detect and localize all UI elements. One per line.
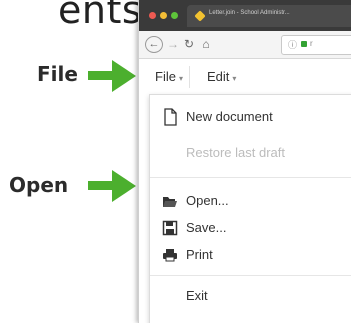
favicon-icon: [194, 10, 206, 22]
menu-file[interactable]: File ▾: [149, 66, 190, 88]
menu-item-open[interactable]: Open...: [150, 189, 351, 213]
chevron-down-icon: ▾: [178, 74, 183, 83]
tab-title: Letter.join - School Administr...: [209, 10, 290, 16]
back-arrow-icon[interactable]: ←: [145, 36, 163, 53]
reload-icon[interactable]: ↻: [183, 36, 195, 52]
floppy-disk-icon: [162, 220, 178, 236]
menu-item-label: Print: [186, 247, 213, 262]
url-text: r: [310, 39, 313, 48]
menu-item-label: Exit: [186, 288, 208, 303]
menu-item-label: Save...: [186, 220, 227, 235]
lock-icon: [301, 41, 307, 47]
callout-file-arrow: [88, 60, 136, 92]
printer-icon: [163, 249, 177, 262]
menu-item-exit[interactable]: Exit: [150, 284, 351, 308]
close-window-button[interactable]: [149, 12, 156, 19]
open-folder-icon: [163, 197, 177, 207]
callout-file-label: File: [37, 62, 78, 86]
callout-open-arrow: [88, 170, 136, 202]
chevron-down-icon: ▾: [232, 74, 237, 83]
browser-tab[interactable]: Letter.join - School Administr...: [187, 5, 351, 27]
menu-item-print[interactable]: Print: [150, 243, 351, 267]
menu-item-new-document[interactable]: New document: [150, 105, 351, 129]
menu-item-label: New document: [186, 109, 273, 124]
menu-file-label: File: [155, 69, 176, 84]
menu-item-label: Open...: [186, 193, 229, 208]
heading-fragment: ents: [58, 0, 143, 32]
menu-item-label: Restore last draft: [186, 145, 285, 160]
menu-divider: [150, 275, 351, 276]
browser-window: Letter.join - School Administr... ← → ↻ …: [138, 0, 351, 323]
file-menu-dropdown: New document Restore last draft Open... …: [149, 94, 351, 323]
minimize-window-button[interactable]: [160, 12, 167, 19]
url-bar[interactable]: ⓘ r: [281, 35, 351, 55]
app-menubar: File ▾ Edit ▾: [139, 60, 351, 94]
menu-item-save[interactable]: Save...: [150, 216, 351, 240]
info-icon[interactable]: ⓘ: [288, 38, 297, 51]
home-icon[interactable]: ⌂: [199, 36, 213, 52]
menu-divider: [150, 177, 351, 178]
browser-navbar: ← → ↻ ⌂ ⓘ r: [139, 31, 351, 59]
menu-edit-label: Edit: [207, 69, 230, 84]
file-icon: [164, 108, 177, 126]
callout-open-label: Open: [9, 173, 69, 197]
menu-edit[interactable]: Edit ▾: [201, 66, 242, 88]
maximize-window-button[interactable]: [171, 12, 178, 19]
forward-arrow-icon[interactable]: →: [167, 36, 179, 52]
menu-item-restore-last-draft: Restore last draft: [150, 141, 351, 165]
titlebar: Letter.join - School Administr...: [139, 0, 351, 31]
